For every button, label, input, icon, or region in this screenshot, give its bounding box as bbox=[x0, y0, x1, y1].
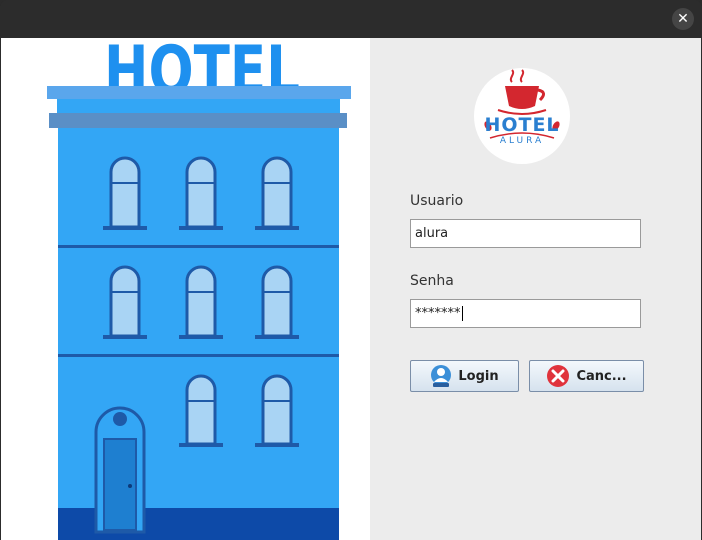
cancel-label: Canc... bbox=[576, 368, 627, 384]
close-button[interactable]: ✕ bbox=[672, 8, 694, 30]
password-input[interactable]: ******* bbox=[410, 299, 641, 328]
content-area: HOTEL HOTEL ALURA Usuario alura Senha **… bbox=[1, 38, 701, 540]
close-icon: ✕ bbox=[677, 11, 689, 27]
password-value: ******* bbox=[415, 306, 461, 321]
login-window: ✕ HOTEL HOTEL ALURA Usuario alura Senha … bbox=[0, 0, 702, 540]
hotel-illustration: HOTEL bbox=[1, 38, 370, 540]
password-label: Senha bbox=[410, 273, 454, 289]
logo-sub-text: ALURA bbox=[499, 136, 545, 146]
cancel-button[interactable]: Canc... bbox=[529, 360, 644, 392]
user-icon bbox=[431, 365, 452, 387]
username-input[interactable]: alura bbox=[410, 219, 641, 248]
hotel-alura-logo: HOTEL ALURA bbox=[474, 68, 570, 164]
title-bar[interactable]: ✕ bbox=[0, 0, 702, 38]
cancel-icon bbox=[547, 365, 570, 387]
login-button[interactable]: Login bbox=[410, 360, 519, 392]
hotel-building-icon: HOTEL bbox=[47, 38, 351, 540]
username-label: Usuario bbox=[410, 193, 464, 209]
login-label: Login bbox=[458, 368, 499, 384]
username-value: alura bbox=[415, 226, 449, 241]
logo-brand-text: HOTEL bbox=[484, 114, 560, 136]
text-caret bbox=[461, 306, 463, 321]
login-panel: HOTEL ALURA Usuario alura Senha ******* … bbox=[370, 38, 701, 540]
